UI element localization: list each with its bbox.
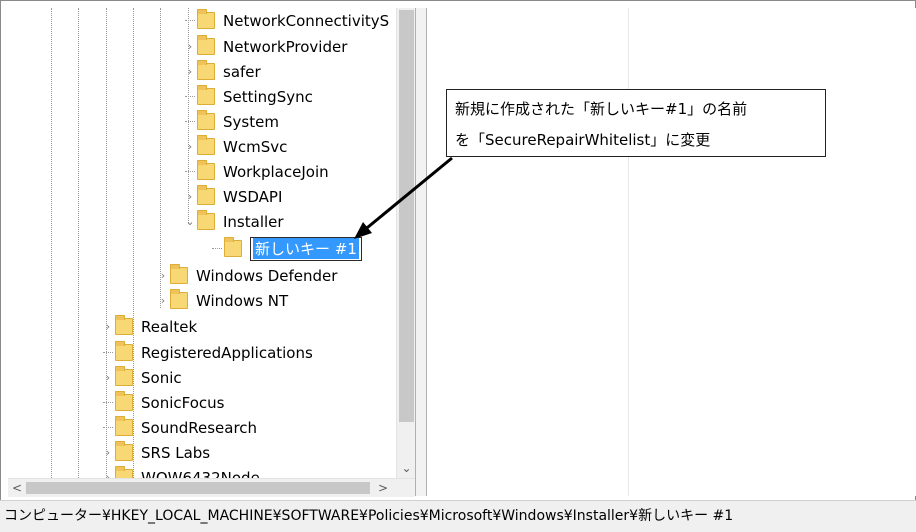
- chevron-right-icon[interactable]: ›: [185, 190, 195, 203]
- tree-item-system[interactable]: System: [185, 109, 279, 134]
- tree-item-new-key-editing[interactable]: 新しいキー #1: [212, 236, 362, 261]
- tree-item-windows-defender[interactable]: › Windows Defender: [158, 263, 337, 288]
- folder-icon: [197, 135, 215, 155]
- tree-item-safer[interactable]: › safer: [185, 59, 261, 84]
- folder-icon: [115, 366, 133, 386]
- tree-item-sonic[interactable]: › Sonic: [103, 365, 182, 390]
- tree-item-wcmsvc[interactable]: › WcmSvc: [185, 134, 287, 159]
- callout-line-2: を「SecureRepairWhitelist」に変更: [455, 131, 711, 149]
- folder-icon: [197, 60, 215, 80]
- folder-icon: [197, 185, 215, 205]
- chevron-right-icon[interactable]: ›: [103, 446, 113, 459]
- chevron-right-icon[interactable]: ›: [185, 140, 195, 153]
- chevron-right-icon[interactable]: ›: [185, 65, 195, 78]
- tree-item-soundresearch[interactable]: SoundResearch: [103, 415, 257, 440]
- folder-icon: [115, 416, 133, 436]
- folder-icon: [197, 85, 215, 105]
- folder-icon: [197, 210, 215, 230]
- chevron-right-icon[interactable]: ›: [103, 471, 113, 478]
- vertical-scrollbar[interactable]: ⌄: [396, 8, 416, 478]
- chevron-down-icon[interactable]: ⌄: [185, 215, 195, 228]
- folder-icon: [115, 341, 133, 361]
- tree-guide-line: [78, 8, 79, 478]
- tree-item-networkprovider[interactable]: › NetworkProvider: [185, 34, 347, 59]
- folder-icon: [197, 110, 215, 130]
- column-divider: [628, 8, 629, 496]
- horizontal-scrollbar-thumb[interactable]: [26, 482, 370, 494]
- folder-icon: [170, 289, 188, 309]
- callout-line-1: 新規に作成された「新しいキー#1」の名前: [455, 100, 748, 118]
- tree-item-settingsync[interactable]: SettingSync: [185, 84, 313, 109]
- folder-icon: [197, 35, 215, 55]
- folder-icon: [115, 315, 133, 335]
- tree-item-realtek[interactable]: › Realtek: [103, 314, 197, 339]
- folder-icon: [115, 441, 133, 461]
- scroll-right-icon[interactable]: >: [374, 479, 392, 497]
- folder-icon: [197, 9, 215, 29]
- tree-item-sonicfocus[interactable]: SonicFocus: [103, 390, 224, 415]
- folder-icon: [115, 466, 133, 478]
- folder-icon: [224, 237, 242, 257]
- registry-values-pane[interactable]: [427, 8, 916, 496]
- tree-item-wow6432node[interactable]: › WOW6432Node: [103, 465, 260, 478]
- tree-item-workplacejoin[interactable]: WorkplaceJoin: [185, 159, 329, 184]
- horizontal-scrollbar[interactable]: < >: [8, 478, 415, 497]
- folder-icon: [115, 391, 133, 411]
- annotation-callout: 新規に作成された「新しいキー#1」の名前 を「SecureRepairWhite…: [446, 89, 826, 157]
- chevron-right-icon[interactable]: ›: [158, 294, 168, 307]
- tree-item-networkconnectivity[interactable]: NetworkConnectivityS: [185, 8, 389, 33]
- tree-guide-line: [51, 8, 52, 478]
- status-path: コンピューター¥HKEY_LOCAL_MACHINE¥SOFTWARE¥Poli…: [4, 508, 734, 524]
- status-bar: コンピューター¥HKEY_LOCAL_MACHINE¥SOFTWARE¥Poli…: [0, 500, 916, 532]
- tree-item-wsdapi[interactable]: › WSDAPI: [185, 184, 282, 209]
- tree-item-registeredapplications[interactable]: RegisteredApplications: [103, 340, 313, 365]
- tree-item-windows-nt[interactable]: › Windows NT: [158, 288, 288, 313]
- pane-splitter[interactable]: [415, 8, 427, 496]
- registry-tree-pane[interactable]: NetworkConnectivityS › NetworkProvider ›…: [8, 8, 397, 478]
- folder-icon: [197, 160, 215, 180]
- rename-input[interactable]: 新しいキー #1: [250, 236, 362, 261]
- chevron-right-icon[interactable]: ›: [185, 40, 195, 53]
- scroll-left-icon[interactable]: <: [8, 479, 26, 497]
- tree-item-srs-labs[interactable]: › SRS Labs: [103, 440, 210, 465]
- chevron-right-icon[interactable]: ›: [103, 371, 113, 384]
- vertical-scrollbar-thumb[interactable]: [399, 10, 414, 422]
- tree-item-installer[interactable]: ⌄ Installer: [185, 209, 284, 234]
- scroll-down-icon[interactable]: ⌄: [397, 459, 416, 478]
- folder-icon: [170, 264, 188, 284]
- chevron-right-icon[interactable]: ›: [103, 320, 113, 333]
- chevron-right-icon[interactable]: ›: [158, 269, 168, 282]
